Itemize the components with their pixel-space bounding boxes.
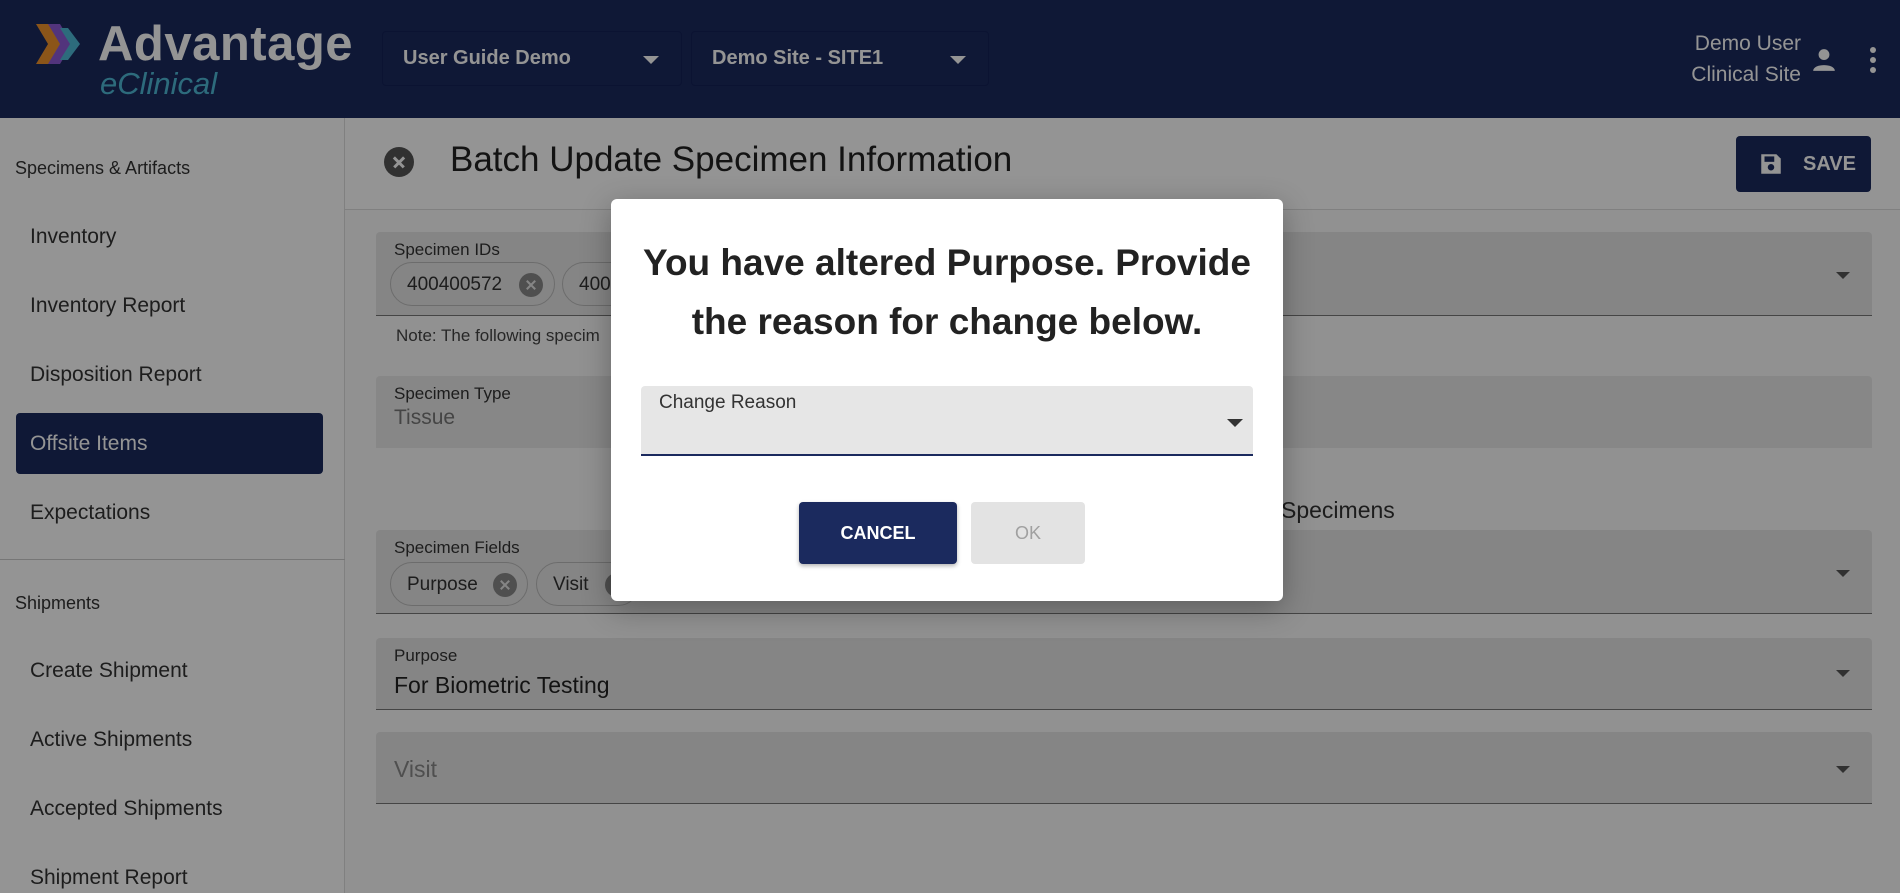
change-reason-dialog: You have altered Purpose. Provide the re… (611, 199, 1283, 601)
change-reason-label: Change Reason (659, 392, 797, 413)
change-reason-select[interactable]: Change Reason (641, 386, 1253, 456)
cancel-button[interactable]: CANCEL (799, 502, 957, 564)
caret-down-icon (1227, 419, 1243, 427)
dialog-title: You have altered Purpose. Provide the re… (643, 242, 1251, 342)
ok-button[interactable]: OK (971, 502, 1085, 564)
